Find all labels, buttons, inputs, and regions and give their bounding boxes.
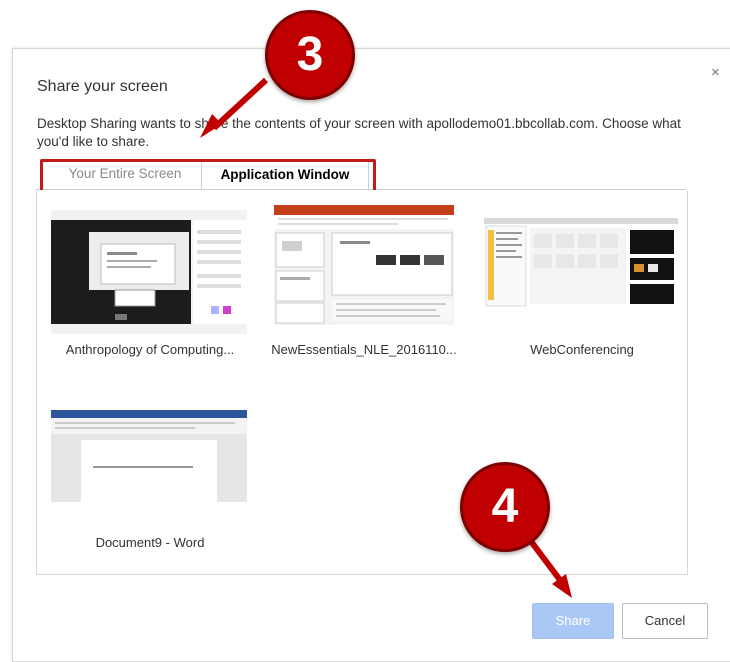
cancel-button[interactable]: Cancel: [622, 603, 708, 639]
window-thumbnail-anthropology[interactable]: [51, 210, 247, 334]
step-4-callout: 4: [460, 462, 550, 552]
share-button[interactable]: Share: [532, 603, 614, 639]
anthropology-preview-image: [51, 210, 247, 334]
tab-entire-screen[interactable]: Your Entire Screen: [52, 161, 198, 187]
tab-application-window[interactable]: Application Window: [201, 161, 369, 189]
window-label-webconferencing[interactable]: WebConferencing: [477, 342, 687, 357]
step-3-callout: 3: [265, 10, 355, 100]
window-thumbnail-word[interactable]: [51, 410, 247, 502]
window-label-word[interactable]: Document9 - Word: [45, 535, 255, 550]
dialog-description: Desktop Sharing wants to share the conte…: [37, 116, 681, 149]
window-list-panel: Anthropology of Computing... NewEssentia…: [36, 190, 688, 575]
window-thumbnail-webconferencing[interactable]: [484, 218, 678, 308]
tab-bar: Your Entire Screen Application Window: [36, 159, 686, 195]
window-label-newessentials[interactable]: NewEssentials_NLE_2016110...: [259, 342, 469, 357]
window-thumbnail-newessentials[interactable]: [274, 205, 454, 325]
share-screen-dialog: Share your screen × Desktop Sharing want…: [12, 48, 730, 662]
dialog-title: Share your screen: [37, 78, 168, 95]
word-preview-image: [51, 410, 247, 502]
newessentials-preview-image: [274, 205, 454, 325]
close-icon[interactable]: ×: [711, 65, 720, 80]
window-label-anthropology[interactable]: Anthropology of Computing...: [45, 342, 255, 357]
webconferencing-preview-image: [484, 218, 678, 308]
